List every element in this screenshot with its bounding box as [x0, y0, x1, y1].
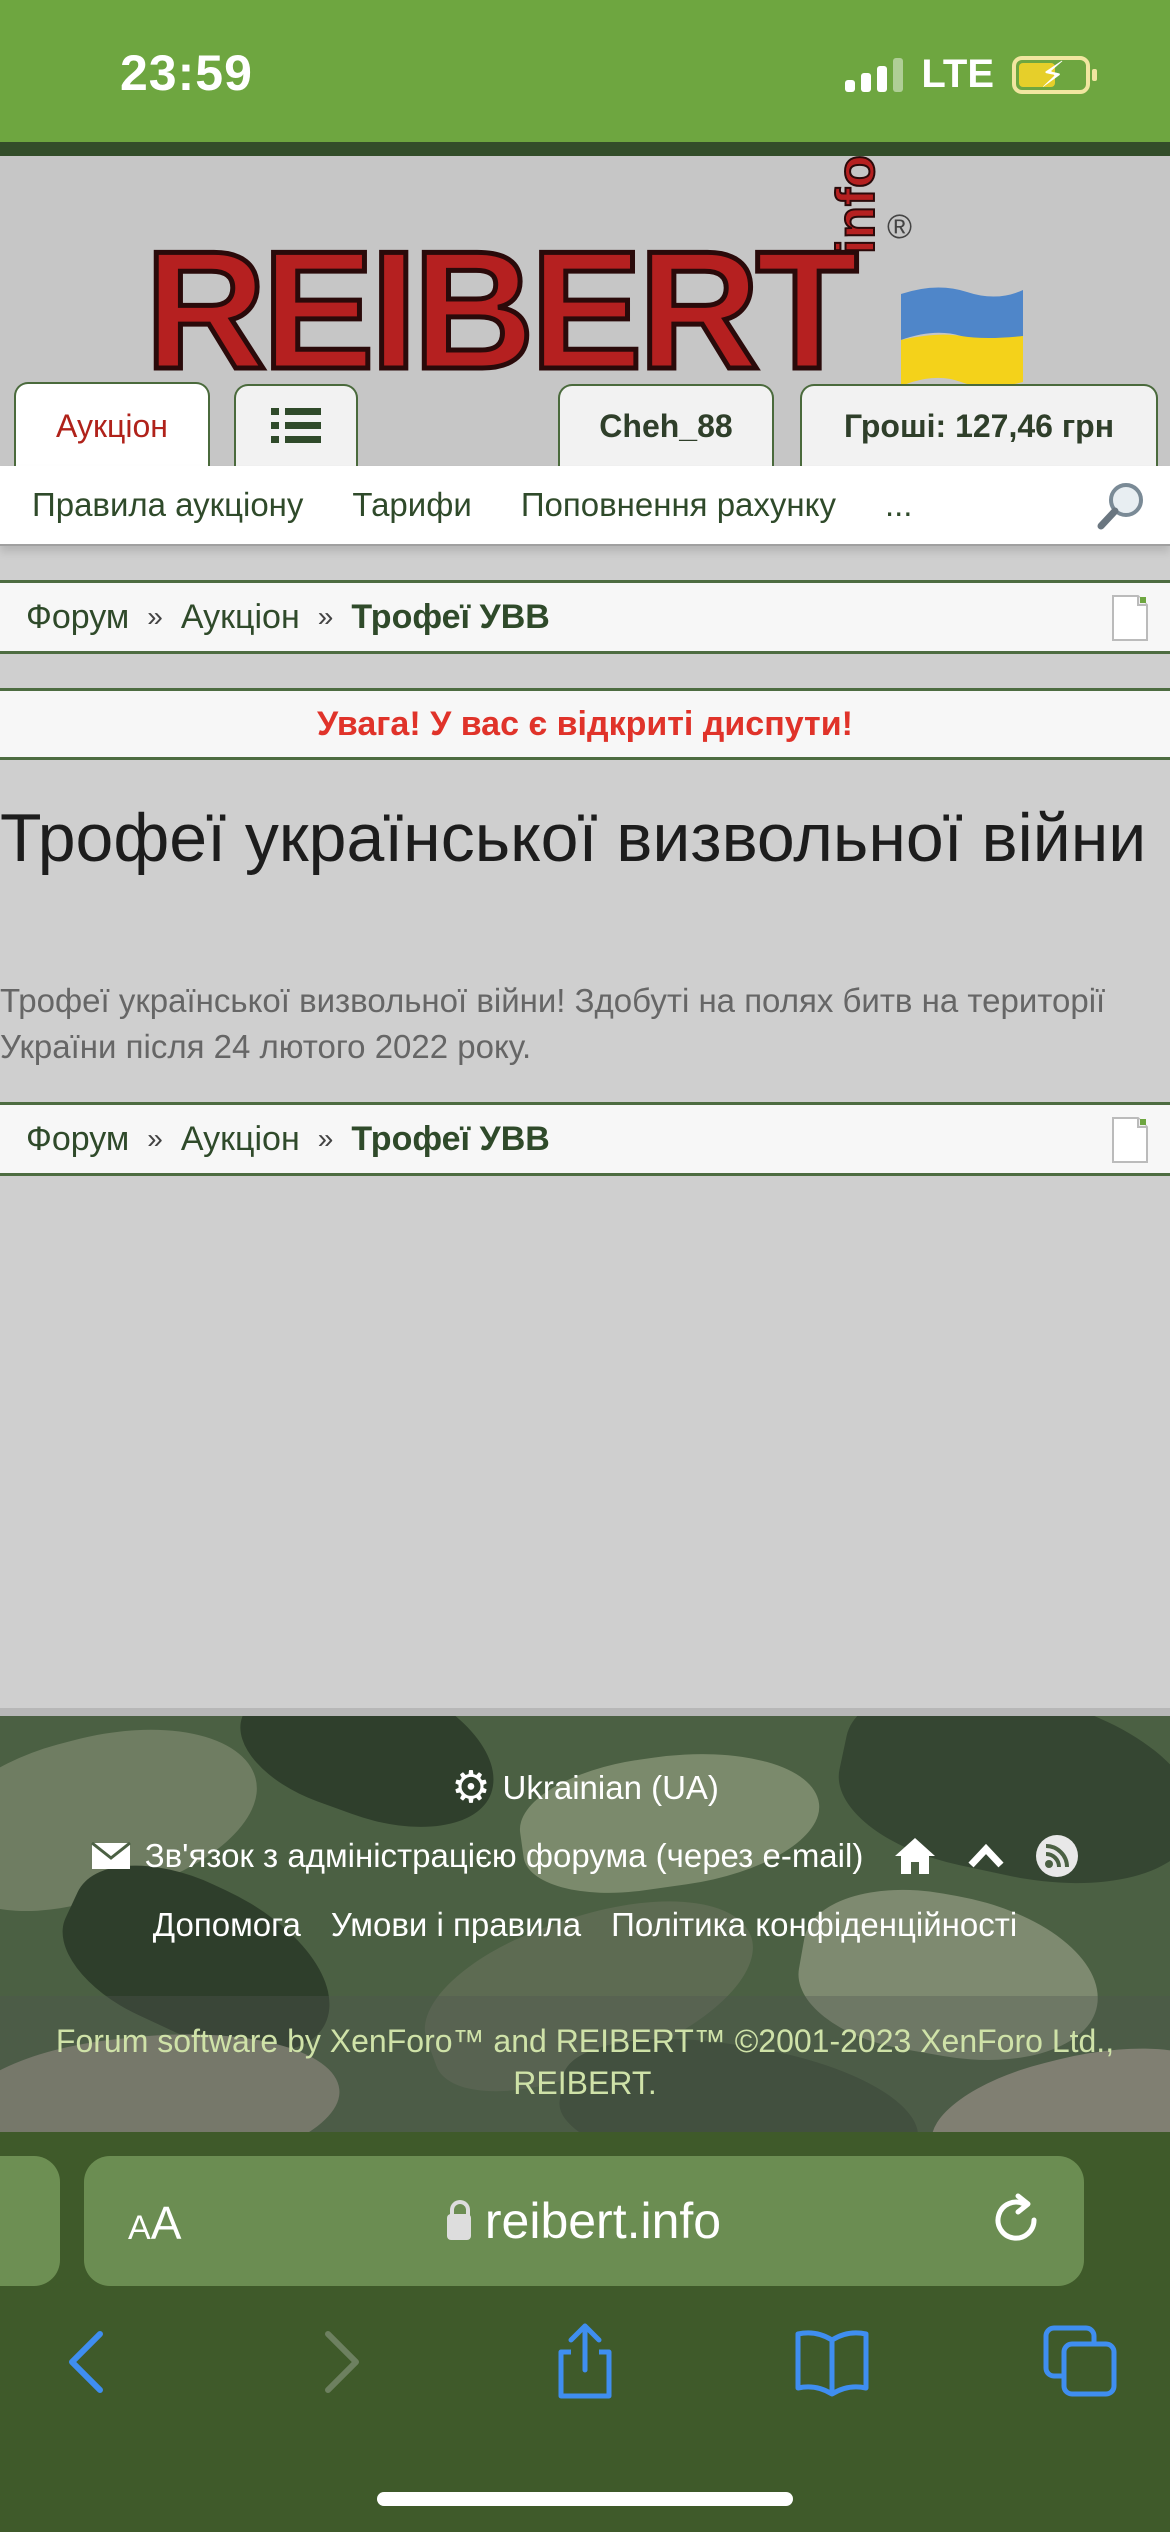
lock-icon — [446, 2200, 471, 2240]
breadcrumb-sep: » — [147, 601, 163, 632]
footer-link-privacy[interactable]: Політика конфіденційності — [611, 1906, 1017, 1944]
back-icon[interactable] — [48, 2322, 128, 2402]
share-icon[interactable] — [545, 2322, 625, 2402]
ukraine-flag-icon — [901, 287, 1023, 387]
page-icon[interactable] — [1110, 593, 1150, 643]
disputes-alert-text: Увага! У вас є відкриті диспути! — [317, 704, 853, 743]
search-icon[interactable] — [1096, 480, 1148, 532]
signal-icon — [845, 57, 904, 92]
previous-tab-stub[interactable] — [0, 2156, 60, 2286]
footer-links: Допомога Умови і правила Політика конфід… — [0, 1906, 1170, 1944]
breadcrumb-current[interactable]: Трофеї УВВ — [351, 598, 550, 637]
contact-label: Зв'язок з адміністрацією форума (через e… — [144, 1837, 864, 1874]
content-area — [0, 1180, 1170, 1708]
contact-link[interactable]: Зв'язок з адміністрацією форума (через e… — [90, 1837, 864, 1875]
site-header: REIBERT ® info Аукціон Cheh_88 Гроші: 12… — [0, 154, 1170, 468]
header-strip — [0, 142, 1170, 156]
bookmarks-icon[interactable] — [792, 2322, 872, 2402]
tab-user[interactable]: Cheh_88 — [558, 384, 774, 466]
tabs-icon[interactable] — [1040, 2322, 1120, 2402]
page-icon[interactable] — [1110, 1115, 1150, 1165]
copyright: Forum software by XenForo™ and REIBERT™ … — [0, 1996, 1170, 2132]
battery-icon: ⚡ — [1012, 54, 1097, 95]
breadcrumb-forum[interactable]: Форум — [26, 1120, 129, 1159]
home-indicator[interactable] — [377, 2492, 793, 2506]
url-text: reibert.info — [484, 2193, 722, 2249]
breadcrumb-current[interactable]: Трофеї УВВ — [351, 1120, 550, 1159]
gear-icon: ⚙ — [451, 1763, 491, 1812]
copyright-text: Forum software by XenForo™ and REIBERT™ … — [55, 2023, 1115, 2101]
url-display: reibert.info — [84, 2192, 1084, 2250]
breadcrumb-auction[interactable]: Аукціон — [181, 598, 300, 637]
mail-icon — [90, 1842, 131, 1869]
language-label: Ukrainian (UA) — [502, 1768, 719, 1806]
menu-list-button[interactable] — [234, 384, 358, 466]
nav-top-up[interactable]: Поповнення рахунку — [521, 486, 836, 524]
breadcrumb-bottom: Форум » Аукціон » Трофеї УВВ — [0, 1102, 1170, 1176]
list-icon — [271, 408, 321, 443]
breadcrumb-sep: » — [147, 1123, 163, 1154]
disputes-alert[interactable]: Увага! У вас є відкриті диспути! — [0, 688, 1170, 760]
page-description: Трофеї української визвольної війни! Здо… — [0, 982, 1106, 1065]
balance-label: Гроші: 127,46 грн — [843, 407, 1115, 444]
browser-bar: AA reibert.info — [0, 2132, 1170, 2532]
nav-auction-rules[interactable]: Правила аукціону — [32, 486, 303, 524]
breadcrumb-auction[interactable]: Аукціон — [181, 1120, 300, 1159]
logo-info: info — [825, 154, 887, 255]
logo-registered: ® — [887, 208, 913, 246]
status-indicators: LTE ⚡ — [845, 52, 1097, 97]
browser-toolbar — [0, 2322, 1170, 2422]
tab-auction-label: Аукціон — [56, 407, 168, 444]
page-title: Трофеї української визвольної війни — [0, 800, 1147, 876]
forward-icon[interactable] — [300, 2322, 380, 2402]
sub-nav: Правила аукціону Тарифи Поповнення рахун… — [0, 466, 1170, 546]
nav-tariffs[interactable]: Тарифи — [352, 486, 471, 524]
footer-contact-row: Зв'язок з адміністрацією форума (через e… — [0, 1834, 1170, 1878]
address-bar[interactable]: AA reibert.info — [84, 2156, 1084, 2286]
logo-text: REIBERT — [142, 214, 860, 407]
status-time: 23:59 — [120, 45, 253, 101]
footer-link-help[interactable]: Допомога — [153, 1906, 301, 1944]
home-icon[interactable] — [893, 1836, 937, 1876]
nav-more[interactable]: ... — [885, 486, 913, 524]
breadcrumb-sep: » — [317, 601, 334, 632]
rss-icon[interactable] — [1035, 1834, 1079, 1878]
tab-auction[interactable]: Аукціон — [14, 382, 210, 468]
status-bar: 23:59 LTE ⚡ — [0, 0, 1170, 142]
tab-balance[interactable]: Гроші: 127,46 грн — [800, 384, 1158, 466]
reload-icon[interactable] — [988, 2192, 1044, 2248]
language-selector[interactable]: ⚙ Ukrainian (UA) — [0, 1762, 1170, 1813]
breadcrumb-forum[interactable]: Форум — [26, 598, 129, 637]
footer-link-terms[interactable]: Умови і правила — [331, 1906, 581, 1944]
network-label: LTE — [921, 52, 994, 96]
site-footer: ⚙ Ukrainian (UA) Зв'язок з адміністраціє… — [0, 1708, 1170, 2132]
breadcrumb-sep: » — [317, 1123, 334, 1154]
username: Cheh_88 — [599, 407, 733, 444]
breadcrumb: Форум » Аукціон » Трофеї УВВ — [0, 580, 1170, 654]
scroll-top-icon[interactable] — [967, 1843, 1005, 1869]
